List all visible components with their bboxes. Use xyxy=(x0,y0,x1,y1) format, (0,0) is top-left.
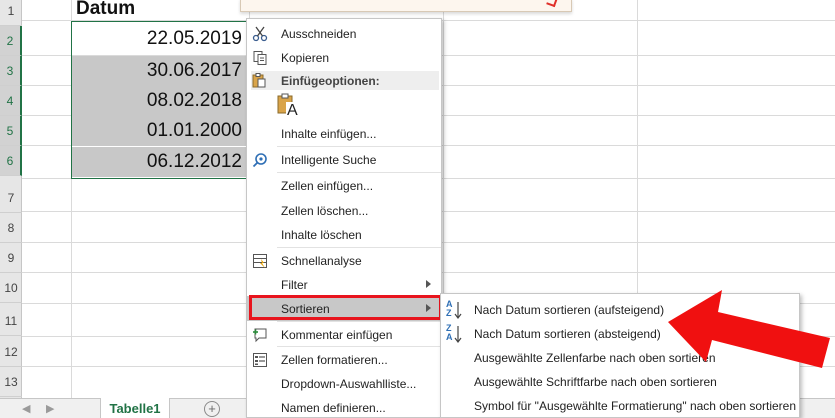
menu-label: Inhalte löschen xyxy=(281,227,362,242)
paste-option-keep-text-only[interactable]: A xyxy=(277,93,301,121)
menu-item-quick-analysis[interactable]: Schnellanalyse xyxy=(247,248,441,273)
clipboard-icon xyxy=(251,72,269,90)
menu-section-label: Einfügeoptionen: xyxy=(281,74,380,88)
row-header-3[interactable]: 3 xyxy=(0,56,22,86)
menu-label: Zellen formatieren... xyxy=(281,352,388,367)
top-dialog-edge xyxy=(240,0,572,12)
sort-descending-icon: Z A xyxy=(445,323,463,344)
menu-item-filter[interactable]: Filter xyxy=(247,272,441,297)
menu-item-insert-cells[interactable]: Zellen einfügen... xyxy=(247,173,441,198)
menu-item-cut[interactable]: Ausschneiden xyxy=(247,21,441,46)
menu-item-define-name[interactable]: Namen definieren... xyxy=(247,395,441,418)
row-header-5[interactable]: 5 xyxy=(0,116,22,146)
menu-label: Intelligente Suche xyxy=(281,152,377,167)
scissors-icon xyxy=(251,25,269,43)
menu-item-sort[interactable]: Sortieren xyxy=(247,296,441,321)
submenu-item-format-icon-top[interactable]: Symbol für "Ausgewählte Formatierung" na… xyxy=(441,393,799,418)
submenu-item-sort-ascending[interactable]: A Z Nach Datum sortieren (aufsteigend) xyxy=(441,297,799,322)
menu-label: Ausschneiden xyxy=(281,26,357,41)
row-header-1[interactable]: 1 xyxy=(0,0,22,26)
comment-icon xyxy=(251,326,269,344)
context-menu: Ausschneiden Kopieren Einfügeoptionen: A… xyxy=(246,18,442,418)
submenu-item-cell-color-top[interactable]: Ausgewählte Zellenfarbe nach oben sortie… xyxy=(441,345,799,370)
sort-submenu: A Z Nach Datum sortieren (aufsteigend) Z… xyxy=(440,293,800,418)
cell-date-5[interactable]: 06.12.2012 xyxy=(72,147,248,177)
row-header-11[interactable]: 11 xyxy=(0,306,22,336)
menu-item-insert-comment[interactable]: Kommentar einfügen xyxy=(247,322,441,347)
quick-analysis-icon xyxy=(251,252,269,270)
copy-icon xyxy=(251,49,269,67)
sheet-tab-tabelle1[interactable]: Tabelle1 xyxy=(100,398,170,418)
format-cells-icon xyxy=(251,351,269,369)
add-sheet-icon[interactable]: + xyxy=(204,401,220,417)
paste-option-glyph: A xyxy=(286,102,299,120)
row-header-6[interactable]: 6 xyxy=(0,146,22,176)
row-header-4[interactable]: 4 xyxy=(0,86,22,116)
menu-label: Schnellanalyse xyxy=(281,253,362,268)
submenu-label: Ausgewählte Schriftfarbe nach oben sorti… xyxy=(474,374,717,389)
row-header-8[interactable]: 8 xyxy=(0,213,22,243)
tab-scroll-left-icon[interactable]: ◀ xyxy=(22,402,30,415)
row-header-12[interactable]: 12 xyxy=(0,337,22,367)
menu-label: Kopieren xyxy=(281,50,330,65)
submenu-item-font-color-top[interactable]: Ausgewählte Schriftfarbe nach oben sorti… xyxy=(441,369,799,394)
menu-label: Inhalte einfügen... xyxy=(281,126,377,141)
menu-item-format-cells[interactable]: Zellen formatieren... xyxy=(247,347,441,372)
tab-scroll-right-icon[interactable]: ▶ xyxy=(46,402,54,415)
sheet-tab-label: Tabelle1 xyxy=(109,400,161,416)
menu-label: Kommentar einfügen xyxy=(281,327,393,342)
submenu-item-sort-descending[interactable]: Z A Nach Datum sortieren (absteigend) xyxy=(441,321,799,346)
menu-label: Dropdown-Auswahlliste... xyxy=(281,376,417,391)
row-header-13[interactable]: 13 xyxy=(0,367,22,397)
cell-date-3[interactable]: 08.02.2018 xyxy=(72,86,248,116)
submenu-label: Nach Datum sortieren (aufsteigend) xyxy=(474,302,665,317)
cell-header-datum[interactable]: Datum xyxy=(72,0,248,24)
check-mark-icon xyxy=(546,0,559,8)
search-icon xyxy=(251,151,269,169)
menu-item-delete-cells[interactable]: Zellen löschen... xyxy=(247,198,441,223)
paste-options-header: Einfügeoptionen: xyxy=(251,71,439,90)
submenu-label: Ausgewählte Zellenfarbe nach oben sortie… xyxy=(474,350,716,365)
menu-label: Zellen löschen... xyxy=(281,203,369,218)
submenu-arrow-icon xyxy=(426,280,431,288)
menu-label: Sortieren xyxy=(281,301,330,316)
menu-label: Namen definieren... xyxy=(281,400,386,415)
row-header-9[interactable]: 9 xyxy=(0,243,22,273)
row-header-10[interactable]: 10 xyxy=(0,273,22,303)
sort-ascending-icon: A Z xyxy=(445,299,463,320)
cell-date-4[interactable]: 01.01.2000 xyxy=(72,116,248,146)
row-header-7[interactable]: 7 xyxy=(0,183,22,213)
menu-item-dropdown-list[interactable]: Dropdown-Auswahlliste... xyxy=(247,371,441,396)
cell-date-2[interactable]: 30.06.2017 xyxy=(72,56,248,86)
menu-label: Filter xyxy=(281,277,308,292)
submenu-arrow-icon xyxy=(426,304,431,312)
submenu-label: Nach Datum sortieren (absteigend) xyxy=(474,326,661,341)
submenu-label: Symbol für "Ausgewählte Formatierung" na… xyxy=(474,398,797,413)
cell-date-1[interactable]: 22.05.2019 xyxy=(72,24,248,54)
menu-item-clear-contents[interactable]: Inhalte löschen xyxy=(247,222,441,247)
row-header-2[interactable]: 2 xyxy=(0,26,22,56)
menu-label: Zellen einfügen... xyxy=(281,178,374,193)
menu-item-paste-special[interactable]: Inhalte einfügen... xyxy=(247,121,441,146)
menu-item-copy[interactable]: Kopieren xyxy=(247,45,441,70)
menu-item-smart-lookup[interactable]: Intelligente Suche xyxy=(247,147,441,172)
